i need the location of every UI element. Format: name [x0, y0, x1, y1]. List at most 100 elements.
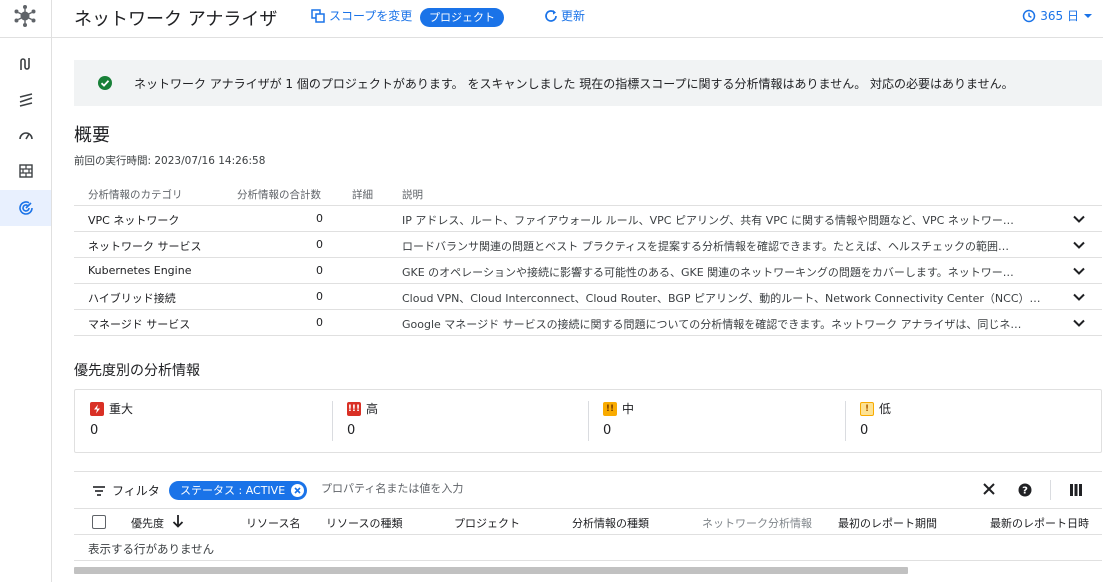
triple-exclamation-icon: !!! [347, 401, 361, 416]
status-filter-chip[interactable]: ステータス : ACTIVE [169, 481, 308, 500]
category-row-kubernetes[interactable]: Kubernetes Engine 0 GKE のオペレーションや接続に影響する… [74, 258, 1102, 284]
category-row-vpc[interactable]: VPC ネットワーク 0 IP アドレス、ルート、ファイアウォール ルール、VP… [74, 206, 1102, 232]
priority-critical[interactable]: 重大 0 [90, 400, 133, 442]
priority-label: 中 [622, 402, 635, 416]
category-name: ネットワーク サービス [88, 240, 202, 253]
header-priority[interactable]: 優先度 [131, 515, 164, 531]
toolbar-divider [1050, 480, 1051, 500]
last-run-time: 前回の実行時間: 2023/07/16 14:26:58 [74, 155, 266, 167]
overview-heading: 概要 [74, 125, 110, 146]
header-total: 分析情報の合計数 [237, 189, 321, 201]
header-insight-type[interactable]: 分析情報の種類 [572, 515, 649, 531]
category-row-hybrid[interactable]: ハイブリッド接続 0 Cloud VPN、Cloud Interconnect、… [74, 284, 1102, 310]
priority-count: 0 [603, 423, 612, 438]
network-hub-logo-icon[interactable] [12, 4, 38, 28]
header-description: 説明 [402, 189, 423, 201]
rail-divider [0, 37, 52, 38]
priority-count: 0 [347, 423, 356, 438]
page-header: ネットワーク アナライザ スコープを変更 プロジェクト 更新 365 日 [52, 0, 1103, 38]
time-range-selector[interactable]: 365 日 [1022, 7, 1093, 24]
category-name: マネージド サービス [88, 318, 191, 331]
remove-chip-icon[interactable] [291, 484, 305, 497]
results-table-header: 優先度 リソース名 リソースの種類 プロジェクト 分析情報の種類 ネットワーク分… [74, 509, 1102, 535]
connectivity-test-icon [19, 93, 32, 107]
chevron-down-icon[interactable] [1072, 238, 1086, 252]
category-description: GKE のオペレーションや接続に影響する可能性のある、GKE 関連のネットワーキ… [402, 266, 1014, 279]
select-all-checkbox[interactable] [92, 515, 106, 529]
project-scope-chip[interactable]: プロジェクト [420, 8, 504, 27]
insight-category-table: 分析情報のカテゴリ 分析情報の合計数 詳細 説明 VPC ネットワーク 0 IP… [74, 181, 1102, 336]
priority-medium[interactable]: !! 中 0 [603, 400, 634, 442]
priority-count: 0 [90, 423, 99, 438]
empty-state-text: 表示する行がありません [88, 542, 215, 556]
rail-item-network-analyzer[interactable] [0, 190, 51, 226]
priority-summary: 重大 0 !!! 高 0 !! 中 0 ! 低 0 [74, 389, 1102, 453]
banner-message: ネットワーク アナライザが 1 個のプロジェクトがあります。 をスキャンしました… [134, 76, 1014, 91]
category-count: 0 [316, 264, 323, 277]
filter-input[interactable] [321, 482, 781, 495]
header-latest-report[interactable]: 最新のレポート日時 [990, 515, 1089, 531]
clear-filter-icon[interactable] [982, 482, 996, 496]
refresh-button[interactable]: 更新 [544, 7, 585, 24]
priority-low[interactable]: ! 低 0 [860, 400, 891, 442]
time-range-label: 365 日 [1040, 9, 1079, 23]
firewall-icon [18, 164, 33, 178]
scope-copy-icon [311, 8, 325, 23]
rail-item-connectivity[interactable] [0, 82, 51, 118]
header-project[interactable]: プロジェクト [454, 515, 520, 531]
priority-divider [588, 401, 589, 441]
rail-item-topology[interactable] [0, 46, 51, 82]
header-first-report[interactable]: 最初のレポート期間 [838, 515, 937, 531]
category-row-managed-services[interactable]: マネージド サービス 0 Google マネージド サービスの接続に関する問題に… [74, 310, 1102, 336]
empty-state-row: 表示する行がありません [74, 535, 1102, 561]
status-chip-label: ステータス : ACTIVE [180, 484, 286, 497]
priority-count: 0 [860, 423, 869, 438]
header-resource-name[interactable]: リソース名 [246, 515, 300, 531]
chevron-down-icon[interactable] [1072, 212, 1086, 226]
check-circle-icon [98, 76, 112, 90]
filter-lines-icon [93, 485, 105, 496]
filter-bar: フィルタ ステータス : ACTIVE ? [74, 472, 1102, 509]
priority-label: 高 [366, 402, 379, 416]
priority-heading: 優先度別の分析情報 [74, 363, 200, 379]
arrow-down-sort-icon[interactable] [171, 514, 185, 528]
category-description: Cloud VPN、Cloud Interconnect、Cloud Route… [402, 292, 1048, 305]
category-name: Kubernetes Engine [88, 264, 192, 277]
left-nav-rail [0, 0, 52, 582]
caret-down-icon [1084, 13, 1092, 18]
svg-text:?: ? [1022, 486, 1028, 497]
double-exclamation-icon: !! [603, 401, 617, 416]
category-table-header: 分析情報のカテゴリ 分析情報の合計数 詳細 説明 [74, 181, 1102, 206]
priority-label: 低 [879, 402, 892, 416]
chevron-down-icon[interactable] [1072, 264, 1086, 278]
category-row-network-services[interactable]: ネットワーク サービス 0 ロードバランサ関連の問題とベスト プラクティスを提案… [74, 232, 1102, 258]
priority-divider [332, 401, 333, 441]
chevron-down-icon[interactable] [1072, 290, 1086, 304]
category-name: VPC ネットワーク [88, 214, 180, 227]
category-description: Google マネージド サービスの接続に関する問題についての分析情報を確認でき… [402, 318, 1022, 331]
clock-icon [1023, 9, 1036, 22]
scan-result-banner: ネットワーク アナライザが 1 個のプロジェクトがあります。 をスキャンしました… [74, 60, 1102, 106]
header-detail: 詳細 [352, 189, 373, 201]
priority-high[interactable]: !!! 高 0 [347, 400, 378, 442]
category-count: 0 [316, 290, 323, 303]
exclamation-icon: ! [860, 401, 874, 416]
page-title: ネットワーク アナライザ [74, 9, 278, 30]
insights-results-table: フィルタ ステータス : ACTIVE ? 優先度 リソース名 リソ [74, 471, 1102, 582]
help-icon[interactable]: ? [1018, 483, 1032, 497]
category-count: 0 [316, 238, 323, 251]
rail-item-firewall[interactable] [0, 153, 51, 189]
change-scope-button[interactable]: スコープを変更 [311, 7, 412, 24]
horizontal-scrollbar[interactable] [74, 567, 908, 574]
header-resource-type[interactable]: リソースの種類 [326, 515, 402, 531]
category-count: 0 [316, 316, 323, 329]
chevron-down-icon[interactable] [1072, 316, 1086, 330]
category-description: IP アドレス、ルート、ファイアウォール ルール、VPC ピアリング、共有 VP… [402, 214, 1014, 227]
category-name: ハイブリッド接続 [88, 292, 176, 305]
filter-button[interactable]: フィルタ [92, 482, 160, 499]
column-display-icon[interactable] [1069, 483, 1083, 497]
gauge-icon [18, 132, 33, 140]
header-network-insight: ネットワーク分析情報 [702, 517, 812, 530]
rail-item-performance[interactable] [0, 117, 51, 153]
refresh-label: 更新 [561, 9, 586, 23]
